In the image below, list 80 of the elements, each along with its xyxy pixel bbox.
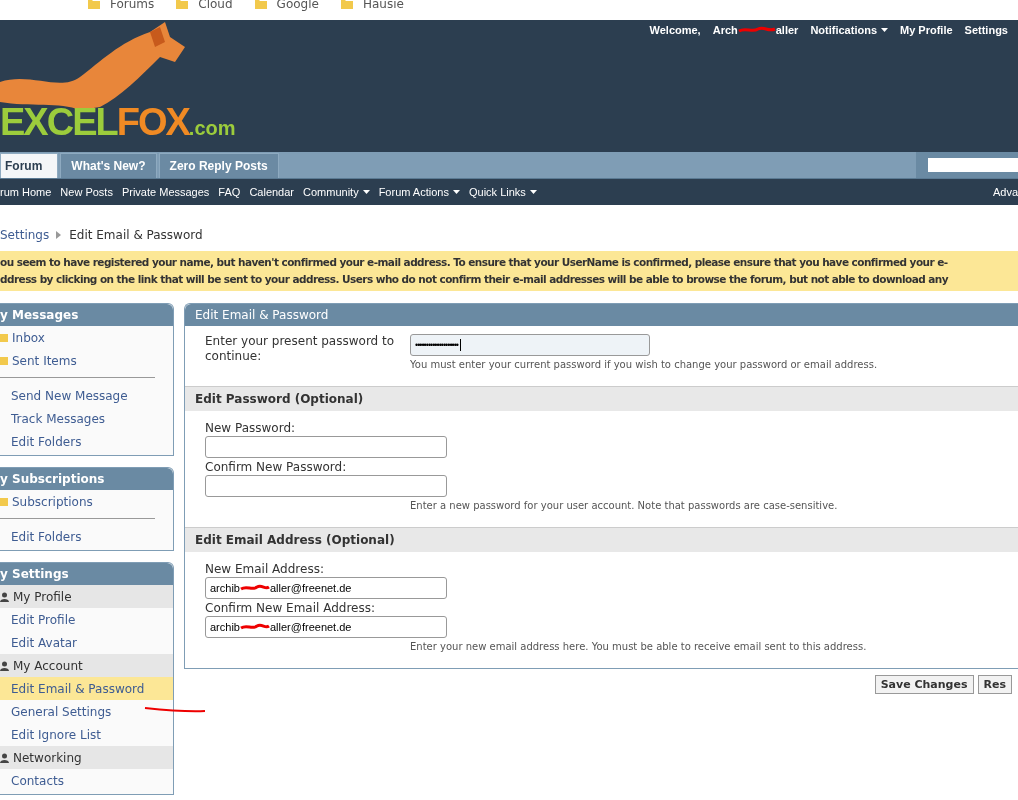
folder-icon <box>0 333 8 342</box>
subnav-link[interactable]: Community <box>303 186 359 198</box>
breadcrumb-current: Edit Email & Password <box>69 228 203 242</box>
sidebar-link[interactable]: Edit Folders <box>0 525 173 548</box>
field-label: New Password: <box>205 421 297 435</box>
subnav-link[interactable]: FAQ <box>218 186 241 198</box>
folder-icon <box>88 0 100 9</box>
caret-icon <box>452 190 460 194</box>
subnav-link[interactable]: Calendar <box>249 186 294 198</box>
panel-heading: y Messages <box>0 304 173 326</box>
field-hint: You must enter your current password if you wish to change your password or email address. <box>410 359 878 370</box>
search-field[interactable] <box>928 158 1018 172</box>
header-link[interactable]: My Profile <box>900 24 953 36</box>
section-heading: Edit Email Address (Optional) <box>185 527 1018 552</box>
redaction-scribble <box>737 26 776 34</box>
site-logo[interactable]: EXCELFOX.com <box>0 102 236 148</box>
subnav-link[interactable]: rum Home <box>0 186 52 198</box>
input-field[interactable] <box>205 475 447 497</box>
sidebar-link[interactable]: Contacts <box>0 769 173 792</box>
redaction-scribble <box>239 584 270 592</box>
notice-text: ddress by clicking on the link that will be sent to your address. Users who do not confirm their e-mail addresses will be able to browse the forum, but not able to download any <box>0 272 950 287</box>
user-icon <box>0 752 9 763</box>
field-label: Enter your present password to continue: <box>205 334 396 365</box>
password-field[interactable]: •••••••••••••••••••• <box>410 334 650 356</box>
redaction-scribble <box>239 623 270 631</box>
form-button[interactable]: Save Changes <box>874 675 974 694</box>
subnav-link[interactable]: Quick Links <box>468 186 526 198</box>
subnav-link[interactable]: Private Messages <box>121 186 210 198</box>
section-label[interactable]: My Profile <box>13 589 72 604</box>
annotation-stroke <box>144 706 206 714</box>
username-end[interactable]: aller <box>775 24 799 36</box>
notice-text: ou seem to have registered your name, but haven't confirmed your e-mail address. To ensure that your UserName is confirmed, please ensure that you have confirmed your e- <box>0 255 949 270</box>
caret-icon <box>362 190 370 194</box>
sidebar-link[interactable]: Track Messages <box>0 407 173 430</box>
sidebar-link[interactable]: Edit Folders <box>0 430 173 453</box>
caret-icon <box>529 190 537 194</box>
header-link[interactable]: Settings <box>964 24 1008 36</box>
bookmark-link[interactable]: Forums <box>110 0 155 11</box>
section-label[interactable]: Networking <box>13 750 82 765</box>
sidebar-link[interactable]: Sent Items <box>12 353 77 368</box>
panel-heading: Edit Email & Password <box>185 304 1018 326</box>
section-heading: Edit Password (Optional) <box>185 386 1018 411</box>
field-hint: Enter your new email address here. You must be able to receive email sent to this address. <box>410 641 868 652</box>
field-hint: Enter a new password for your user account. Note that passwords are case-sensitive. <box>410 500 839 511</box>
folder-icon <box>0 497 8 506</box>
nav-tab[interactable]: What's New? <box>60 153 157 178</box>
sidebar-link[interactable]: Edit Ignore List <box>0 723 173 746</box>
sidebar-link[interactable]: General Settings <box>0 700 173 723</box>
field-label: Confirm New Email Address: <box>205 601 377 615</box>
folder-icon <box>340 0 353 9</box>
folder-icon <box>0 356 8 365</box>
header-link[interactable]: Notifications <box>810 24 877 36</box>
input-field[interactable] <box>205 436 447 458</box>
sidebar-link[interactable]: Send New Message <box>0 384 173 407</box>
breadcrumb-link[interactable]: Settings <box>0 228 50 242</box>
panel-heading: y Subscriptions <box>0 468 173 490</box>
sidebar-link[interactable]: Edit Profile <box>0 608 173 631</box>
caret-icon <box>881 28 888 32</box>
sidebar-link[interactable]: Subscriptions <box>12 494 93 509</box>
sidebar-link[interactable]: Inbox <box>12 330 45 345</box>
subnav-link[interactable]: Adva <box>992 186 1018 198</box>
nav-tab[interactable]: Forum <box>0 153 59 178</box>
sidebar-link[interactable]: Edit Avatar <box>0 631 173 654</box>
panel-heading: y Settings <box>0 563 173 585</box>
input-field[interactable]: archib aller@freenet.de <box>205 616 447 638</box>
field-label: Confirm New Password: <box>205 460 348 474</box>
nav-tab[interactable]: Zero Reply Posts <box>158 153 279 178</box>
sidebar-link[interactable]: Edit Email & Password <box>0 677 173 700</box>
form-button[interactable]: Res <box>977 675 1012 694</box>
folder-icon <box>176 0 189 9</box>
subnav-link[interactable]: Forum Actions <box>378 186 449 198</box>
folder-icon <box>254 0 267 9</box>
user-icon <box>0 660 9 671</box>
user-icon <box>0 591 9 602</box>
subnav-link[interactable]: New Posts <box>60 186 113 198</box>
username-start[interactable]: Arch <box>712 24 738 36</box>
field-label: New Email Address: <box>205 562 325 576</box>
input-field[interactable]: archib aller@freenet.de <box>205 577 447 599</box>
section-label[interactable]: My Account <box>13 658 83 673</box>
welcome-label: Welcome, <box>649 24 701 36</box>
